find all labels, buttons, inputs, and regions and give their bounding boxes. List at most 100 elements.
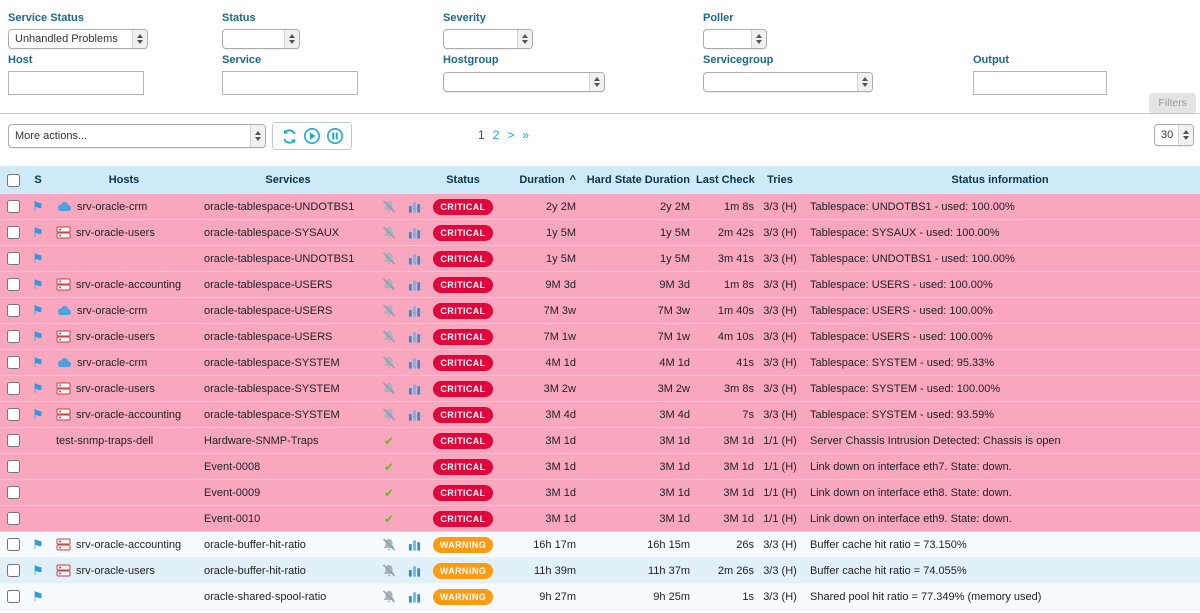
service-link[interactable]: oracle-tablespace-USERS xyxy=(204,279,332,291)
hostgroup-select[interactable] xyxy=(443,72,605,92)
service-link[interactable]: oracle-tablespace-SYSTEM xyxy=(204,383,340,395)
page-2-link[interactable]: 2 xyxy=(493,128,500,142)
row-checkbox[interactable] xyxy=(7,486,20,499)
service-link[interactable]: Event-0010 xyxy=(204,513,260,525)
hard-state-duration-cell: 3M 1d xyxy=(582,487,696,499)
output-input[interactable] xyxy=(973,71,1107,95)
row-checkbox[interactable] xyxy=(7,330,20,343)
service-status-select[interactable]: Unhandled Problems xyxy=(8,29,148,49)
service-link[interactable]: oracle-tablespace-USERS xyxy=(204,305,332,317)
col-header-duration[interactable]: Duration^ xyxy=(498,174,582,186)
row-checkbox[interactable] xyxy=(7,512,20,525)
table-row: ⚑srv-oracle-crmoracle-tablespace-SYSTEMC… xyxy=(0,350,1200,376)
service-link[interactable]: oracle-buffer-hit-ratio xyxy=(204,539,306,551)
host-link[interactable]: srv-oracle-users xyxy=(76,227,155,239)
graph-cell xyxy=(400,279,428,291)
row-checkbox[interactable] xyxy=(7,408,20,421)
pause-button[interactable] xyxy=(326,127,344,145)
service-link[interactable]: Event-0009 xyxy=(204,487,260,499)
row-checkbox[interactable] xyxy=(7,434,20,447)
performance-graph-icon[interactable] xyxy=(408,305,421,317)
flapping-flag-icon: ⚑ xyxy=(32,225,44,240)
refresh-button[interactable] xyxy=(280,127,298,145)
performance-graph-icon[interactable] xyxy=(408,331,421,343)
col-header-hosts[interactable]: Hosts xyxy=(50,174,198,186)
poller-select[interactable] xyxy=(703,29,767,49)
host-cell: srv-oracle-users xyxy=(50,564,198,577)
performance-graph-icon[interactable] xyxy=(408,357,421,369)
row-checkbox[interactable] xyxy=(7,304,20,317)
servicegroup-select[interactable] xyxy=(703,72,873,92)
performance-graph-icon[interactable] xyxy=(408,201,421,213)
row-checkbox[interactable] xyxy=(7,200,20,213)
status-select[interactable] xyxy=(222,29,300,49)
status-badge: CRITICAL xyxy=(433,251,492,267)
host-link[interactable]: srv-oracle-crm xyxy=(77,201,147,213)
col-header-hard-state-duration[interactable]: Hard State Duration xyxy=(582,174,696,186)
row-checkbox[interactable] xyxy=(7,382,20,395)
host-link[interactable]: srv-oracle-accounting xyxy=(76,409,181,421)
performance-graph-icon[interactable] xyxy=(408,253,421,265)
col-header-last-check[interactable]: Last Check xyxy=(696,174,760,186)
service-link[interactable]: oracle-tablespace-SYSTEM xyxy=(204,357,340,369)
service-link[interactable]: oracle-tablespace-UNDOTBS1 xyxy=(204,253,354,265)
performance-graph-icon[interactable] xyxy=(408,279,421,291)
cloud-host-icon xyxy=(56,305,72,316)
performance-graph-icon[interactable] xyxy=(408,383,421,395)
service-link[interactable]: oracle-tablespace-SYSAUX xyxy=(204,227,339,239)
col-header-status[interactable]: Status xyxy=(428,174,498,186)
row-checkbox[interactable] xyxy=(7,252,20,265)
select-all-checkbox[interactable] xyxy=(7,174,20,187)
host-link[interactable]: srv-oracle-accounting xyxy=(76,539,181,551)
host-link[interactable]: srv-oracle-users xyxy=(76,331,155,343)
row-checkbox[interactable] xyxy=(7,538,20,551)
last-check-cell: 1m 8s xyxy=(696,279,760,291)
service-link[interactable]: Hardware-SNMP-Traps xyxy=(204,435,319,447)
filters-button[interactable]: Filters xyxy=(1149,93,1196,113)
host-link[interactable]: srv-oracle-accounting xyxy=(76,279,181,291)
row-checkbox[interactable] xyxy=(7,226,20,239)
host-cell: srv-oracle-users xyxy=(50,226,198,239)
service-link[interactable]: oracle-tablespace-UNDOTBS1 xyxy=(204,201,354,213)
status-cell: CRITICAL xyxy=(428,407,498,423)
performance-graph-icon[interactable] xyxy=(408,565,421,577)
host-link[interactable]: srv-oracle-users xyxy=(76,565,155,577)
service-link[interactable]: oracle-buffer-hit-ratio xyxy=(204,565,306,577)
col-header-tries[interactable]: Tries xyxy=(760,174,800,186)
row-checkbox[interactable] xyxy=(7,460,20,473)
host-link[interactable]: test-snmp-traps-dell xyxy=(56,435,153,447)
page-next-link[interactable]: > xyxy=(507,128,514,142)
service-link[interactable]: Event-0008 xyxy=(204,461,260,473)
page-last-link[interactable]: » xyxy=(522,128,529,142)
performance-graph-icon[interactable] xyxy=(408,227,421,239)
performance-graph-icon[interactable] xyxy=(408,539,421,551)
service-input[interactable] xyxy=(222,71,358,95)
more-actions-select[interactable]: More actions... xyxy=(8,124,266,148)
row-checkbox[interactable] xyxy=(7,564,20,577)
status-cell: WARNING xyxy=(428,589,498,605)
service-link[interactable]: oracle-shared-spool-ratio xyxy=(204,591,326,603)
status-badge: CRITICAL xyxy=(433,485,492,501)
service-link[interactable]: oracle-tablespace-USERS xyxy=(204,331,332,343)
row-checkbox[interactable] xyxy=(7,590,20,603)
select-stepper-icon xyxy=(250,125,265,147)
resume-button[interactable] xyxy=(303,127,321,145)
col-header-services[interactable]: Services xyxy=(198,174,378,186)
service-link[interactable]: oracle-tablespace-SYSTEM xyxy=(204,409,340,421)
host-link[interactable]: srv-oracle-users xyxy=(76,383,155,395)
host-link[interactable]: srv-oracle-crm xyxy=(77,357,147,369)
host-input[interactable] xyxy=(8,71,144,95)
severity-select[interactable] xyxy=(443,29,533,49)
notifications-disabled-icon xyxy=(382,330,396,343)
row-checkbox[interactable] xyxy=(7,356,20,369)
row-checkbox[interactable] xyxy=(7,278,20,291)
host-link[interactable]: srv-oracle-crm xyxy=(77,305,147,317)
hard-state-duration-cell: 4M 1d xyxy=(582,357,696,369)
last-check-cell: 3m 8s xyxy=(696,383,760,395)
performance-graph-icon[interactable] xyxy=(408,591,421,603)
col-header-s[interactable]: S xyxy=(26,174,50,186)
hard-state-duration-cell: 2y 2M xyxy=(582,201,696,213)
col-header-status-information[interactable]: Status information xyxy=(800,174,1200,186)
page-size-select[interactable]: 30 xyxy=(1154,124,1194,146)
performance-graph-icon[interactable] xyxy=(408,409,421,421)
